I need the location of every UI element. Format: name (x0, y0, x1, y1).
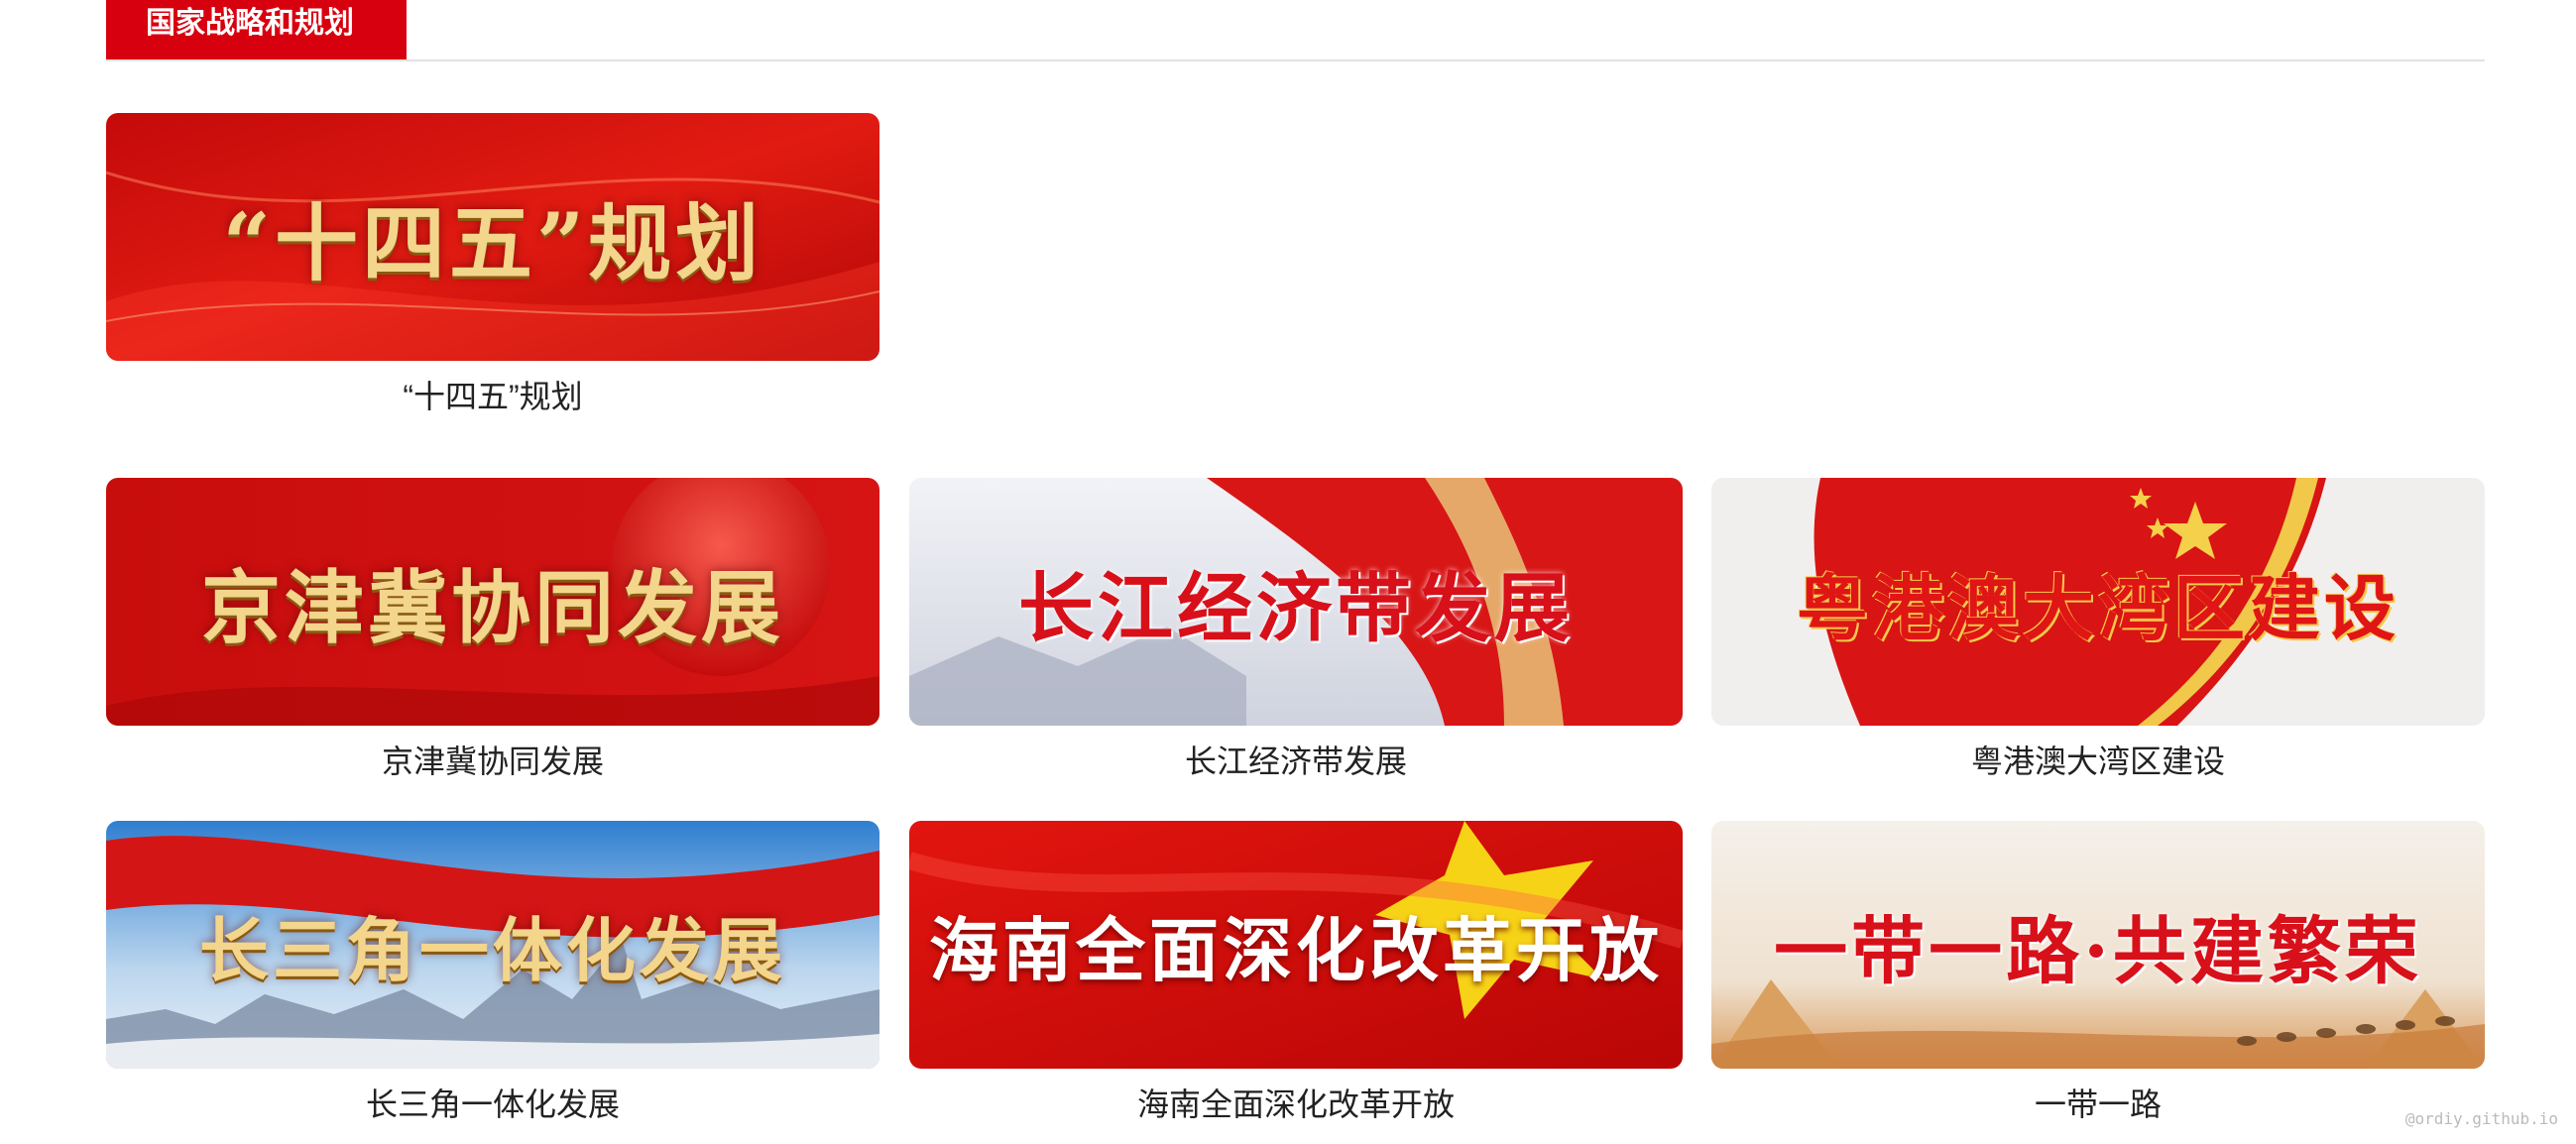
banner-title: 长江经济带发展 (1018, 564, 1574, 652)
banner-yangtze-delta[interactable]: 长三角一体化发展 (106, 821, 879, 1069)
card-yangtze-delta[interactable]: 长三角一体化发展 长三角一体化发展 (106, 821, 879, 1124)
banner-14th-five-year-plan[interactable]: “十四五”规划 (106, 113, 879, 361)
card-caption[interactable]: 长三角一体化发展 (106, 1085, 879, 1124)
section-header: 国家战略和规划 (106, 0, 2485, 61)
card-caption[interactable]: 海南全面深化改革开放 (909, 1085, 1683, 1124)
card-jingjinji[interactable]: 京津冀协同发展 京津冀协同发展 (106, 478, 879, 781)
banner-title: 京津冀协同发展 (201, 561, 784, 654)
section-title-tab[interactable]: 国家战略和规划 (106, 0, 407, 59)
banner-belt-and-road[interactable]: 一带一路·共建繁荣 (1711, 821, 2485, 1069)
banner-title: 粤港澳大湾区建设 (1796, 565, 2400, 650)
banner-yangtze-economic-belt[interactable]: 长江经济带发展 (909, 478, 1683, 726)
banner-greater-bay-area[interactable]: 粤港澳大湾区建设 (1711, 478, 2485, 726)
card-greater-bay-area[interactable]: 粤港澳大湾区建设 粤港澳大湾区建设 (1711, 478, 2485, 781)
banner-title: 海南全面深化改革开放 (929, 908, 1663, 991)
card-caption[interactable]: 长江经济带发展 (909, 742, 1683, 781)
banner-jingjinji[interactable]: 京津冀协同发展 (106, 478, 879, 726)
card-yangtze-economic-belt[interactable]: 长江经济带发展 长江经济带发展 (909, 478, 1683, 781)
banner-hainan-reform[interactable]: 海南全面深化改革开放 (909, 821, 1683, 1069)
card-caption[interactable]: 一带一路 (1711, 1085, 2485, 1124)
banner-title: 一带一路·共建繁荣 (1774, 908, 2422, 994)
banner-title: “十四五”规划 (222, 193, 763, 292)
card-hainan-reform[interactable]: 海南全面深化改革开放 海南全面深化改革开放 (909, 821, 1683, 1124)
banner-title: 长三角一体化发展 (199, 908, 786, 991)
card-caption[interactable]: “十四五”规划 (106, 377, 879, 416)
watermark: @ordiy.github.io (2404, 1109, 2558, 1128)
card-14th-five-year-plan[interactable]: “十四五”规划 “十四五”规划 (106, 113, 879, 416)
card-belt-and-road[interactable]: 一带一路·共建繁荣 一带一路 (1711, 821, 2485, 1124)
card-caption[interactable]: 京津冀协同发展 (106, 742, 879, 781)
card-caption[interactable]: 粤港澳大湾区建设 (1711, 742, 2485, 781)
